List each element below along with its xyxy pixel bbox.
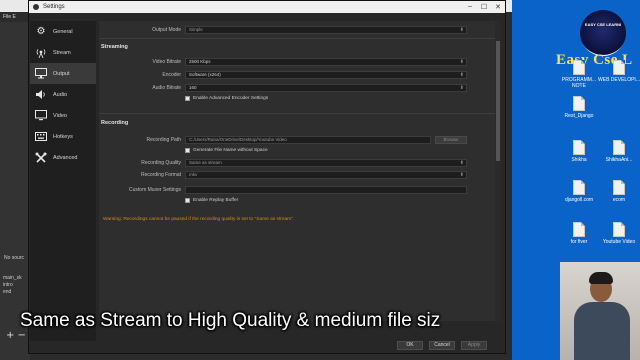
close-button[interactable]: ✕ xyxy=(491,3,505,11)
recording-path-label: Recording Path xyxy=(146,137,181,143)
file-icon xyxy=(613,60,625,75)
monitor-icon xyxy=(34,68,48,80)
custom-muxer-input[interactable] xyxy=(185,186,467,194)
scene-item[interactable]: intro xyxy=(3,282,22,289)
checkbox-box[interactable] xyxy=(185,148,190,153)
custom-muxer-row: Custom Muxer Settings xyxy=(99,185,495,195)
keyboard-icon xyxy=(34,131,48,143)
presenter-body xyxy=(574,302,630,360)
spinner-icon[interactable]: ⬍ xyxy=(460,59,464,65)
dialog-buttons: OK Cancel Apply xyxy=(397,341,487,350)
scene-item[interactable]: main_sk xyxy=(3,275,22,282)
gear-icon: ⚙ xyxy=(36,26,46,37)
logo-text: EASY CSE LEARNI xyxy=(584,22,622,27)
audio-bitrate-label: Audio Bitrate xyxy=(152,85,181,91)
divider xyxy=(99,38,495,39)
file-icon xyxy=(613,222,625,237)
apply-button[interactable]: Apply xyxy=(461,341,487,350)
webcam-overlay xyxy=(560,262,640,360)
audio-bitrate-select[interactable]: 160 ⬍ xyxy=(185,84,467,92)
output-mode-select[interactable]: Simple ⬍ xyxy=(185,26,467,34)
settings-scrollbar[interactable] xyxy=(495,21,501,321)
desktop-icon-shikha-ani[interactable]: ShikhaAni... xyxy=(596,140,640,163)
divider xyxy=(99,113,495,114)
scene-item[interactable]: end xyxy=(3,289,22,296)
broadcast-icon xyxy=(34,47,48,59)
recording-quality-row: Recording Quality Same as stream ⬍ xyxy=(99,158,495,168)
browse-button[interactable]: Browse xyxy=(435,136,467,144)
sidebar-item-general[interactable]: ⚙ General xyxy=(30,21,96,42)
cancel-button[interactable]: Cancel xyxy=(429,341,455,350)
scene-list: main_sk intro end xyxy=(3,275,22,296)
recording-format-row: Recording Format mkv ⬍ xyxy=(99,170,495,180)
speaker-icon xyxy=(34,89,48,101)
file-icon xyxy=(613,140,625,155)
display-icon xyxy=(34,110,48,122)
presenter-hair xyxy=(589,272,613,284)
sidebar-item-output[interactable]: Output xyxy=(30,63,96,84)
recording-format-label: Recording Format xyxy=(140,172,181,178)
desktop-icon-ecom[interactable]: ecom xyxy=(596,180,640,203)
chevron-down-icon: ⬍ xyxy=(459,172,464,178)
video-bitrate-row: Video Bitrate 2500 Kbps ⬍ xyxy=(99,57,495,67)
sidebar-item-audio[interactable]: Audio xyxy=(30,84,96,105)
settings-dialog: Settings – ☐ ✕ ⚙ General Stream Output A… xyxy=(28,0,506,354)
desktop-icon-youtube-video[interactable]: Youtube Video xyxy=(596,222,640,245)
sidebar-item-video[interactable]: Video xyxy=(30,105,96,126)
recording-path-row: Recording Path C:/Users/Rana/OneDrive/De… xyxy=(99,135,495,145)
recording-format-select[interactable]: mkv ⬍ xyxy=(185,171,467,179)
channel-logo: EASY CSE LEARNI xyxy=(580,10,626,56)
output-mode-label: Output Mode xyxy=(152,27,181,33)
streaming-heading: Streaming xyxy=(101,44,128,50)
chevron-down-icon: ⬍ xyxy=(459,72,464,78)
checkbox-box[interactable] xyxy=(185,198,190,203)
recording-quality-label: Recording Quality xyxy=(141,160,181,166)
video-caption: Same as Stream to High Quality & medium … xyxy=(20,310,441,331)
output-settings-panel: Output Mode Simple ⬍ Streaming Video Bitr… xyxy=(99,21,495,321)
scrollbar-thumb[interactable] xyxy=(496,41,500,161)
window-controls: – ☐ ✕ xyxy=(463,3,505,11)
encoder-row: Encoder Software (x264) ⬍ xyxy=(99,70,495,80)
warning-text: Warning: Recordings cannot be paused if … xyxy=(103,217,295,222)
obs-app-icon xyxy=(33,4,39,10)
file-icon xyxy=(613,180,625,195)
recording-path-input[interactable]: C:/Users/Rana/OneDrive/Desktop/Youtube V… xyxy=(185,136,431,144)
settings-sidebar: ⚙ General Stream Output Audio Video Hotk… xyxy=(30,21,96,341)
file-icon xyxy=(573,222,585,237)
settings-title: Settings xyxy=(43,4,65,10)
file-icon xyxy=(573,140,585,155)
advanced-encoder-checkbox[interactable]: Enable Advanced Encoder Settings xyxy=(185,96,268,101)
file-icon xyxy=(573,180,585,195)
sidebar-item-stream[interactable]: Stream xyxy=(30,42,96,63)
encoder-label: Encoder xyxy=(162,72,181,78)
file-icon xyxy=(573,60,585,75)
output-mode-row: Output Mode Simple ⬍ xyxy=(99,25,495,35)
ok-button[interactable]: OK xyxy=(397,341,423,350)
no-source-label: No sourc xyxy=(4,255,25,261)
recording-heading: Recording xyxy=(101,120,129,126)
desktop-icon-rest-django[interactable]: Rest_Django xyxy=(556,96,602,119)
custom-muxer-label: Custom Muxer Settings xyxy=(129,187,181,193)
sidebar-item-advanced[interactable]: Advanced xyxy=(30,147,96,168)
desktop-icon-web-development[interactable]: WEB DEVELOPI... xyxy=(596,60,640,83)
audio-bitrate-row: Audio Bitrate 160 ⬍ xyxy=(99,83,495,93)
chevron-down-icon: ⬍ xyxy=(459,85,464,91)
no-space-checkbox[interactable]: Generate File Name without Space xyxy=(185,148,268,153)
tools-icon xyxy=(34,152,48,164)
checkbox-box[interactable] xyxy=(185,96,190,101)
video-bitrate-input[interactable]: 2500 Kbps ⬍ xyxy=(185,58,467,66)
sidebar-item-hotkeys[interactable]: Hotkeys xyxy=(30,126,96,147)
maximize-button[interactable]: ☐ xyxy=(477,3,491,11)
settings-title-bar: Settings – ☐ ✕ xyxy=(29,1,505,13)
chevron-down-icon: ⬍ xyxy=(459,160,464,166)
replay-buffer-checkbox[interactable]: Enable Replay Buffer xyxy=(185,198,238,203)
recording-quality-select[interactable]: Same as stream ⬍ xyxy=(185,159,467,167)
encoder-select[interactable]: Software (x264) ⬍ xyxy=(185,71,467,79)
file-icon xyxy=(573,96,585,111)
video-bitrate-label: Video Bitrate xyxy=(152,59,181,65)
minimize-button[interactable]: – xyxy=(463,3,477,11)
chevron-down-icon: ⬍ xyxy=(459,27,464,33)
